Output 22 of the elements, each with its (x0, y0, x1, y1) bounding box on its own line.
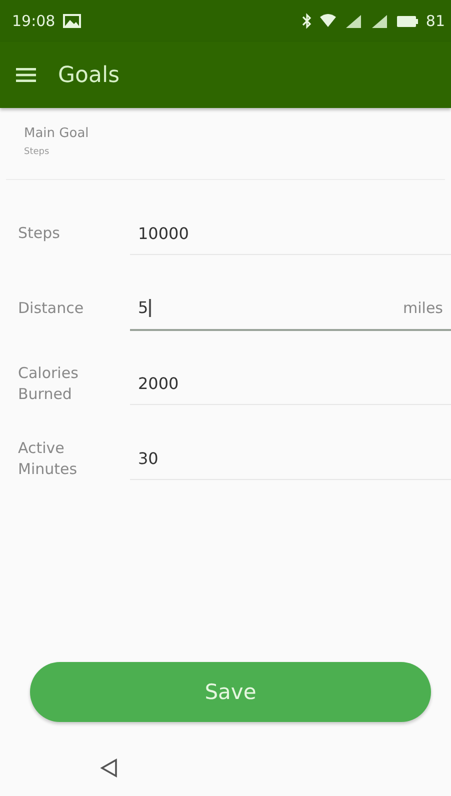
image-icon (63, 14, 82, 28)
status-time: 19:08 (12, 12, 56, 30)
main-goal-label: Main Goal (24, 126, 90, 141)
signal-icon (370, 14, 388, 28)
signal-icon (344, 14, 362, 28)
back-icon[interactable] (100, 758, 118, 778)
battery-level: 81 (426, 12, 445, 30)
input-field[interactable]: 5 miles (130, 286, 451, 330)
input-field[interactable]: 2000 (130, 362, 451, 405)
wifi-icon (320, 14, 336, 28)
unit-suffix: miles (403, 298, 443, 316)
toolbar-title: Goals (58, 62, 120, 88)
field-label: Steps (18, 223, 61, 244)
input-field[interactable]: 30 (130, 437, 451, 480)
menu-icon[interactable] (16, 68, 36, 82)
field-label: Distance (18, 298, 85, 319)
battery-icon (396, 14, 418, 28)
field-label: Active Minutes (18, 438, 78, 479)
main-goal-value: Steps (24, 147, 50, 157)
bluetooth-icon (302, 13, 312, 29)
field-label: Calories Burned (18, 363, 80, 404)
input-field[interactable]: 10000 (130, 212, 451, 255)
